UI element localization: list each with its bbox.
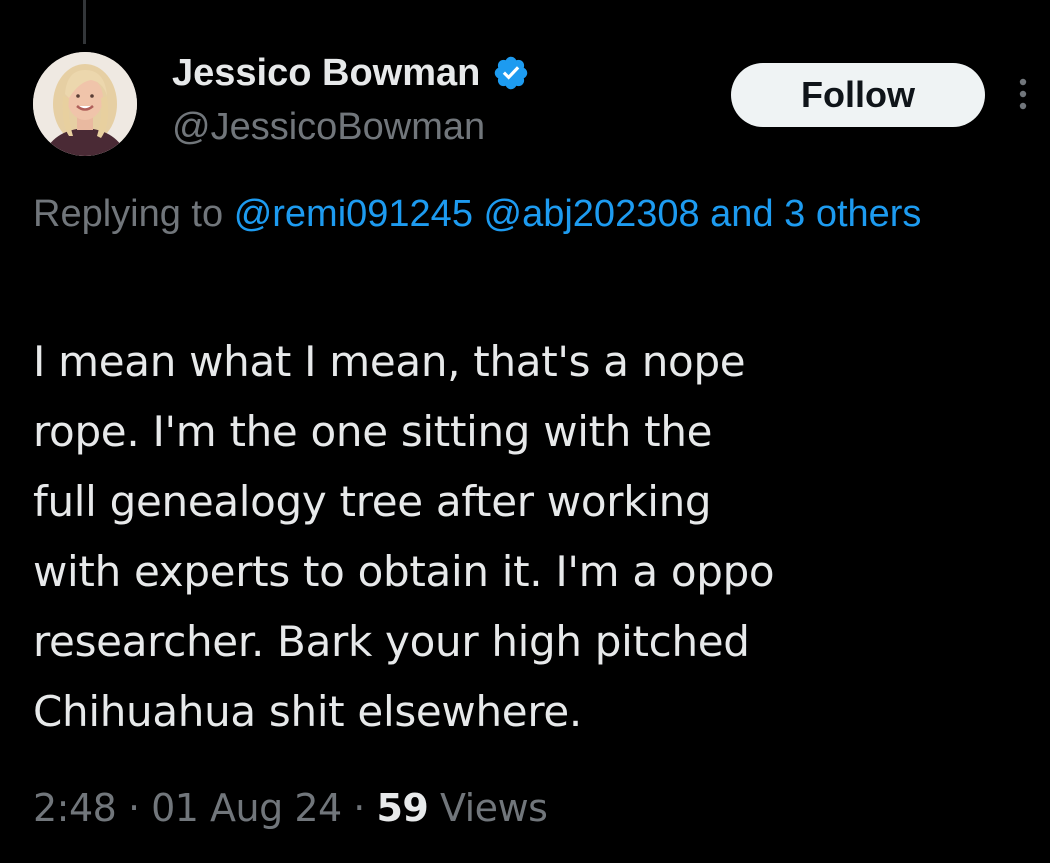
profile-photo-icon: [33, 52, 137, 156]
views-label: Views: [439, 786, 548, 830]
meta-separator: ·: [127, 786, 140, 830]
tweet-date[interactable]: 01 Aug 24: [151, 786, 342, 830]
more-vertical-icon[interactable]: [1012, 74, 1034, 118]
replying-to: Replying to @remi091245 @abj202308 and 3…: [33, 186, 1023, 243]
author-handle[interactable]: @JessicoBowman: [172, 106, 485, 149]
thread-connector-line: [83, 0, 86, 44]
tweet-text-line: with experts to obtain it. I'm a oppo: [33, 547, 775, 596]
verified-badge-icon: [492, 54, 530, 92]
author-name-row: Jessico Bowman: [172, 50, 530, 96]
tweet-text: I mean what I mean, that's a nope rope. …: [33, 327, 963, 747]
others-link[interactable]: and 3 others: [710, 193, 921, 235]
tweet-text-line: I mean what I mean, that's a nope: [33, 337, 746, 386]
mention-link[interactable]: @abj202308: [484, 193, 700, 235]
tweet-meta: 2:48 · 01 Aug 24 · 59 Views: [33, 786, 548, 830]
tweet-time[interactable]: 2:48: [33, 786, 117, 830]
tweet-text-line: full genealogy tree after working: [33, 477, 712, 526]
follow-button[interactable]: Follow: [731, 63, 985, 127]
tweet-text-line: rope. I'm the one sitting with the: [33, 407, 713, 456]
avatar[interactable]: [33, 52, 137, 156]
meta-separator: ·: [353, 786, 365, 830]
author-display-name[interactable]: Jessico Bowman: [172, 52, 480, 95]
mention-link[interactable]: @remi091245: [234, 193, 473, 235]
tweet-text-line: researcher. Bark your high pitched: [33, 617, 750, 666]
tweet-text-line: Chihuahua shit elsewhere.: [33, 687, 582, 736]
replying-to-label: Replying to: [33, 193, 224, 235]
views-count[interactable]: 59: [376, 786, 428, 830]
